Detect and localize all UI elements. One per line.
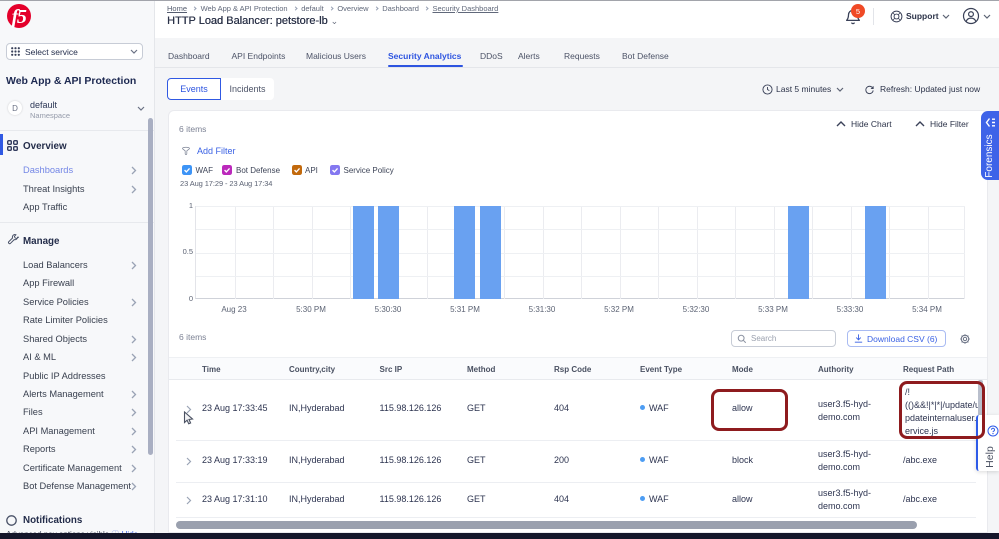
svg-text:f5: f5: [12, 6, 27, 28]
